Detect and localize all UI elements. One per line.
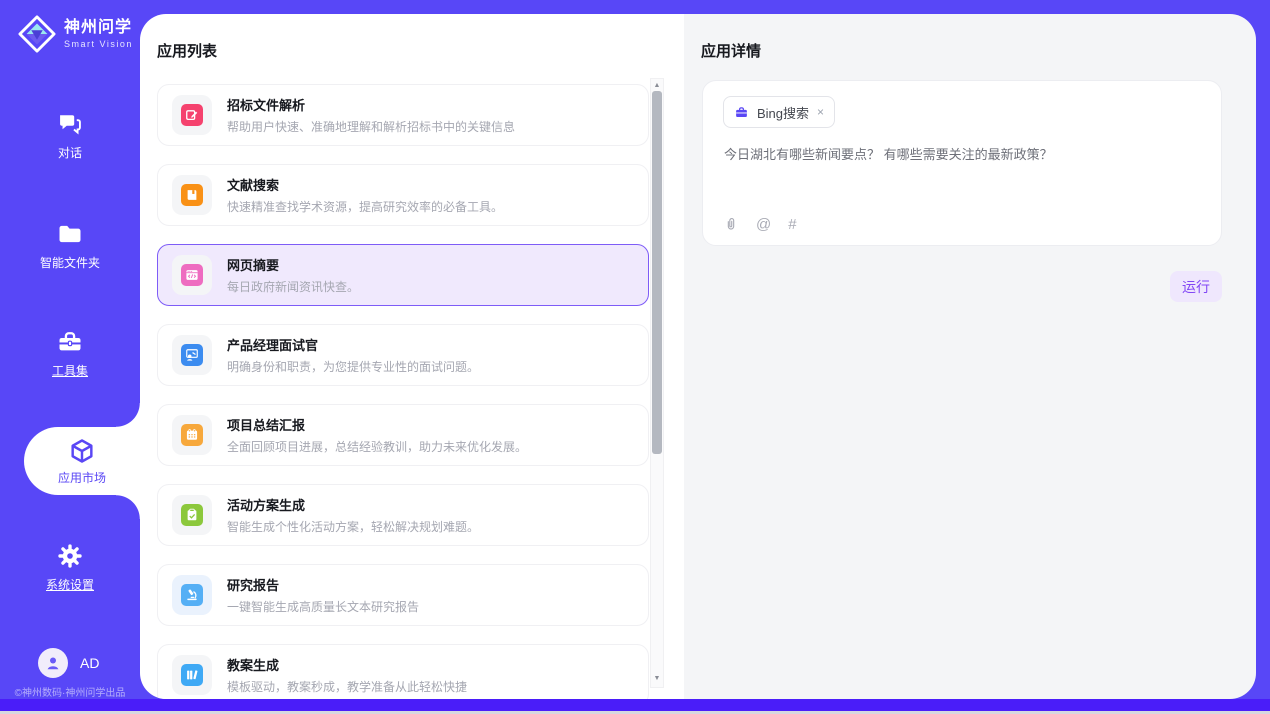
sidebar-item-settings[interactable]: 系统设置 bbox=[0, 542, 140, 593]
sidebar-item-label: 对话 bbox=[58, 144, 82, 161]
app-list: 招标文件解析 帮助用户快速、准确地理解和解析招标书中的关键信息 文献搜索 快速精… bbox=[157, 84, 649, 699]
browser-code-icon bbox=[172, 255, 212, 295]
sidebar-footer: ©神州数码·神州问学出品 bbox=[0, 684, 140, 699]
chat-icon bbox=[56, 110, 84, 138]
toolbox-icon bbox=[56, 328, 84, 356]
sidebar-item-label: 工具集 bbox=[52, 362, 88, 379]
paperclip-icon[interactable] bbox=[723, 215, 739, 233]
app-name: 产品经理面试官 bbox=[227, 335, 479, 354]
app-name: 文献搜索 bbox=[227, 175, 503, 194]
main-content: 应用列表 招标文件解析 帮助用户快速、准确地理解和解析招标书中的关键信息 bbox=[140, 14, 1256, 699]
app-name: 招标文件解析 bbox=[227, 95, 515, 114]
microscope-icon bbox=[172, 575, 212, 615]
run-button[interactable]: 运行 bbox=[1170, 271, 1222, 302]
query-input-card[interactable]: Bing搜索 × 今日湖北有哪些新闻要点？ 有哪些需要关注的最新政策？ @ # bbox=[702, 80, 1222, 246]
query-text[interactable]: 今日湖北有哪些新闻要点？ 有哪些需要关注的最新政策？ bbox=[724, 145, 1194, 164]
cube-icon bbox=[68, 437, 96, 465]
brand-name: 神州问学 bbox=[64, 19, 133, 37]
calendar-icon bbox=[172, 415, 212, 455]
sidebar-item-app-market[interactable]: 应用市场 bbox=[24, 427, 140, 495]
list-item-web-summary[interactable]: 网页摘要 每日政府新闻资讯快查。 bbox=[157, 244, 649, 306]
close-icon[interactable]: × bbox=[817, 105, 824, 119]
sidebar-item-smart-folder[interactable]: 智能文件夹 bbox=[0, 220, 140, 271]
list-item-lesson-plan[interactable]: 教案生成 模板驱动，教案秒成，教学准备从此轻松快捷 bbox=[157, 644, 649, 699]
app-name: 项目总结汇报 bbox=[227, 415, 527, 434]
sidebar-item-toolset[interactable]: 工具集 bbox=[0, 328, 140, 379]
sidebar: 神州问学 Smart Vision 对话 智能文件夹 bbox=[0, 0, 140, 699]
app-desc: 帮助用户快速、准确地理解和解析招标书中的关键信息 bbox=[227, 118, 515, 135]
briefcase-icon bbox=[734, 105, 749, 120]
app-desc: 快速精准查找学术资源，提高研究效率的必备工具。 bbox=[227, 198, 503, 215]
brand: 神州问学 Smart Vision bbox=[18, 15, 133, 53]
sidebar-item-label: 系统设置 bbox=[46, 576, 94, 593]
app-list-scrollbar[interactable]: ▲ ▼ bbox=[650, 78, 664, 688]
app-desc: 智能生成个性化活动方案，轻松解决规划难题。 bbox=[227, 518, 479, 535]
user-name: AD bbox=[80, 655, 99, 671]
app-name: 教案生成 bbox=[227, 655, 467, 674]
sidebar-item-label: 应用市场 bbox=[58, 469, 106, 486]
clipboard-check-icon bbox=[172, 495, 212, 535]
book-icon bbox=[172, 175, 212, 215]
scroll-up-icon[interactable]: ▲ bbox=[651, 81, 663, 91]
app-desc: 明确身份和职责，为您提供专业性的面试问题。 bbox=[227, 358, 479, 375]
list-item-literature-search[interactable]: 文献搜索 快速精准查找学术资源，提高研究效率的必备工具。 bbox=[157, 164, 649, 226]
app-name: 网页摘要 bbox=[227, 255, 359, 274]
folder-icon bbox=[56, 220, 84, 248]
list-item-tender-parse[interactable]: 招标文件解析 帮助用户快速、准确地理解和解析招标书中的关键信息 bbox=[157, 84, 649, 146]
user-profile[interactable]: AD bbox=[38, 648, 99, 678]
pen-document-icon bbox=[172, 95, 212, 135]
list-item-event-plan[interactable]: 活动方案生成 智能生成个性化活动方案，轻松解决规划难题。 bbox=[157, 484, 649, 546]
list-item-project-summary[interactable]: 项目总结汇报 全面回顾项目进展，总结经验教训，助力未来优化发展。 bbox=[157, 404, 649, 466]
app-name: 活动方案生成 bbox=[227, 495, 479, 514]
user-avatar-icon bbox=[38, 648, 68, 678]
hash-icon[interactable]: # bbox=[788, 216, 796, 233]
sidebar-item-label: 智能文件夹 bbox=[40, 254, 100, 271]
app-list-title: 应用列表 bbox=[157, 40, 217, 61]
sidebar-item-chat[interactable]: 对话 bbox=[0, 110, 140, 161]
presenter-icon bbox=[172, 335, 212, 375]
books-icon bbox=[172, 655, 212, 695]
scroll-down-icon[interactable]: ▼ bbox=[651, 674, 663, 684]
app-desc: 一键智能生成高质量长文本研究报告 bbox=[227, 598, 419, 615]
app-detail-title: 应用详情 bbox=[701, 40, 761, 61]
app-list-panel: 应用列表 招标文件解析 帮助用户快速、准确地理解和解析招标书中的关键信息 bbox=[140, 14, 684, 699]
at-icon[interactable]: @ bbox=[756, 216, 771, 233]
app-desc: 模板驱动，教案秒成，教学准备从此轻松快捷 bbox=[227, 678, 467, 695]
gear-icon bbox=[56, 542, 84, 570]
app-desc: 全面回顾项目进展，总结经验教训，助力未来优化发展。 bbox=[227, 438, 527, 455]
app-desc: 每日政府新闻资讯快查。 bbox=[227, 278, 359, 295]
app-name: 研究报告 bbox=[227, 575, 419, 594]
list-item-research-report[interactable]: 研究报告 一键智能生成高质量长文本研究报告 bbox=[157, 564, 649, 626]
scrollbar-thumb[interactable] bbox=[652, 91, 662, 454]
list-item-pm-interviewer[interactable]: 产品经理面试官 明确身份和职责，为您提供专业性的面试问题。 bbox=[157, 324, 649, 386]
app-detail-panel: 应用详情 Bing搜索 × 今日湖北有哪些新闻要点？ 有哪些需要关注的最新政策？ bbox=[684, 14, 1256, 699]
bottom-accent-bar bbox=[0, 699, 1270, 711]
attachment-toolbar: @ # bbox=[723, 215, 797, 233]
tool-tag-bing-search[interactable]: Bing搜索 × bbox=[723, 96, 835, 128]
brand-subtitle: Smart Vision bbox=[64, 39, 133, 49]
tool-tag-label: Bing搜索 bbox=[757, 103, 809, 122]
brand-logo-icon bbox=[18, 15, 56, 53]
